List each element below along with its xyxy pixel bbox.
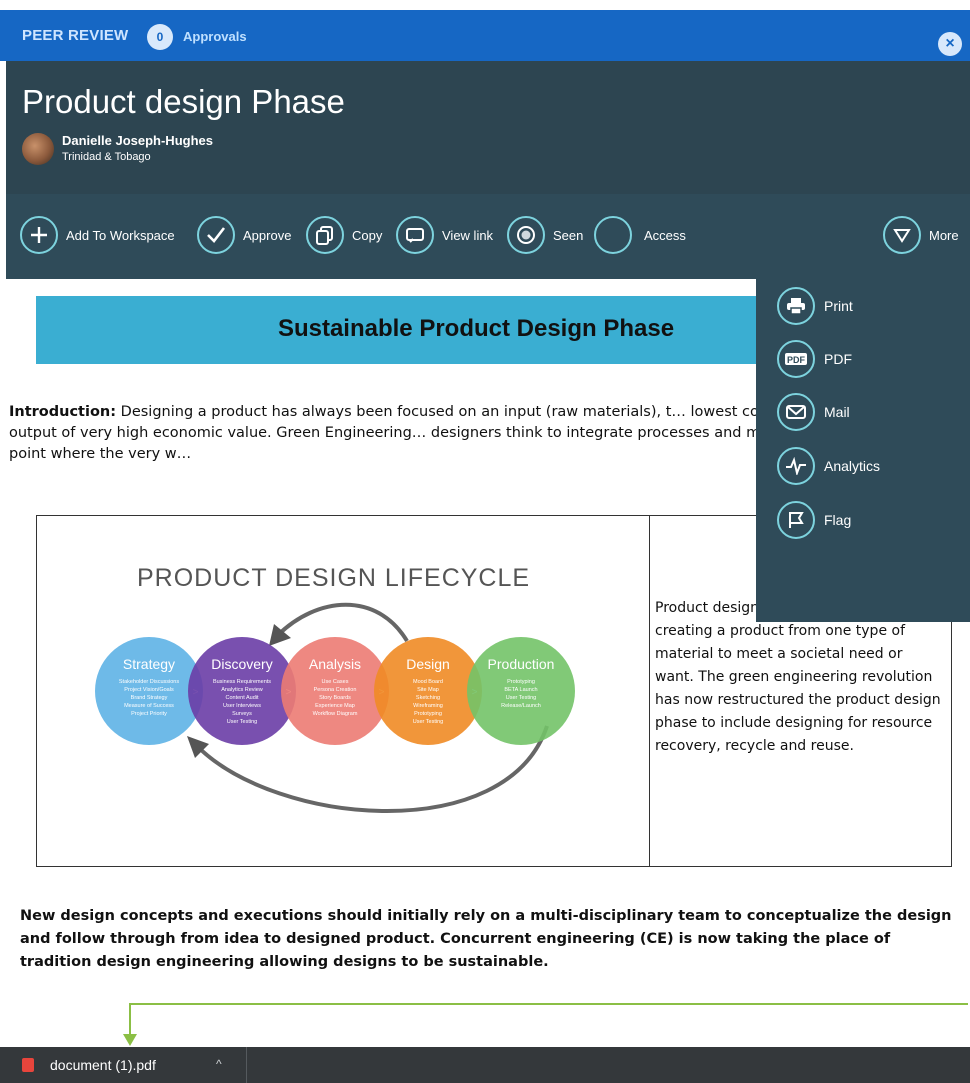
annotation-arrowhead — [123, 1034, 137, 1046]
download-bar: document (1).pdf ^ — [0, 1047, 970, 1083]
chevron-up-icon[interactable]: ^ — [216, 1057, 222, 1071]
download-item[interactable]: document (1).pdf — [22, 1047, 156, 1083]
annotation-arrow-line — [129, 1003, 968, 1036]
annotation-arrow — [123, 1003, 968, 1046]
download-separator — [246, 1047, 247, 1083]
download-filename: document (1).pdf — [50, 1057, 156, 1073]
pdf-file-icon — [22, 1058, 34, 1072]
